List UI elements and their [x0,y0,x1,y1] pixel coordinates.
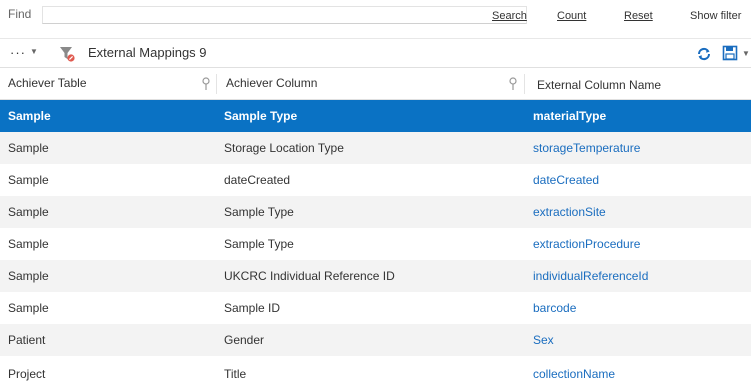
find-label: Find [8,7,32,21]
cell-external-column-link[interactable]: collectionName [533,356,615,387]
pin-icon[interactable] [508,77,518,91]
cell-achiever-table: Project [8,367,46,381]
find-input[interactable] [42,6,527,24]
search-button[interactable]: Search [492,10,527,22]
table-row[interactable]: Sample UKCRC Individual Reference ID ind… [0,260,751,292]
cell-achiever-table: Sample [8,141,49,155]
grid-header: Achiever Table Achiever Column External … [0,68,751,100]
cell-achiever-column: Sample ID [224,301,281,315]
chevron-down-icon[interactable]: ▼ [30,47,38,56]
cell-achiever-column: Storage Location Type [224,141,344,155]
cell-achiever-column: Sample Type [224,205,294,219]
table-row[interactable]: Sample Storage Location Type storageTemp… [0,132,751,164]
cell-external-column-link[interactable]: Sex [533,324,554,356]
cell-achiever-column: Sample Type [224,109,298,123]
cell-achiever-column: dateCreated [224,173,291,187]
table-row[interactable]: Sample Sample ID barcode [0,292,751,324]
reset-button[interactable]: Reset [624,10,653,22]
save-icon[interactable] [722,45,738,61]
table-row[interactable]: Sample dateCreated dateCreated [0,164,751,196]
column-divider[interactable] [216,74,217,94]
cell-achiever-table: Sample [8,109,51,123]
save-menu-chevron-icon[interactable]: ▼ [742,49,750,58]
column-divider[interactable] [524,74,525,94]
cell-achiever-table: Sample [8,269,49,283]
refresh-icon[interactable] [696,46,712,62]
table-row[interactable]: Sample Sample Type extractionProcedure [0,228,751,260]
column-header-achiever-column[interactable]: Achiever Column [226,68,317,100]
pin-icon[interactable] [201,77,211,91]
count-button[interactable]: Count [557,10,586,22]
cell-achiever-table: Sample [8,237,49,251]
table-row[interactable]: Project Title collectionName [0,356,751,387]
cell-achiever-table: Sample [8,301,49,315]
cell-achiever-table: Sample [8,205,49,219]
more-menu-button[interactable]: ··· [10,45,26,60]
table-row[interactable]: Sample Sample Type extractionSite [0,196,751,228]
grid-title: External Mappings 9 [88,45,207,60]
cell-external-column-link[interactable]: dateCreated [533,164,599,196]
cell-achiever-column: Sample Type [224,237,294,251]
column-header-achiever-table[interactable]: Achiever Table [8,68,87,100]
filter-clear-icon[interactable] [58,45,76,63]
table-row[interactable]: Patient Gender Sex [0,324,751,356]
cell-achiever-table: Sample [8,173,49,187]
cell-external-column-link[interactable]: materialType [533,100,606,132]
cell-achiever-column: Gender [224,333,265,347]
cell-external-column-link[interactable]: extractionSite [533,196,606,228]
cell-achiever-column: UKCRC Individual Reference ID [224,269,395,283]
show-filter-button[interactable]: Show filter [690,10,741,22]
cell-achiever-table: Patient [8,333,46,347]
cell-external-column-link[interactable]: individualReferenceId [533,260,648,292]
cell-external-column-link[interactable]: barcode [533,292,576,324]
cell-external-column-link[interactable]: storageTemperature [533,132,640,164]
table-row[interactable]: Sample Sample Type materialType [0,100,751,132]
cell-achiever-column: Title [224,367,247,381]
grid-toolbar: ··· ▼ External Mappings 9 ▼ [0,38,751,68]
cell-external-column-link[interactable]: extractionProcedure [533,228,640,260]
column-header-external-column-name[interactable]: External Column Name [537,68,661,100]
